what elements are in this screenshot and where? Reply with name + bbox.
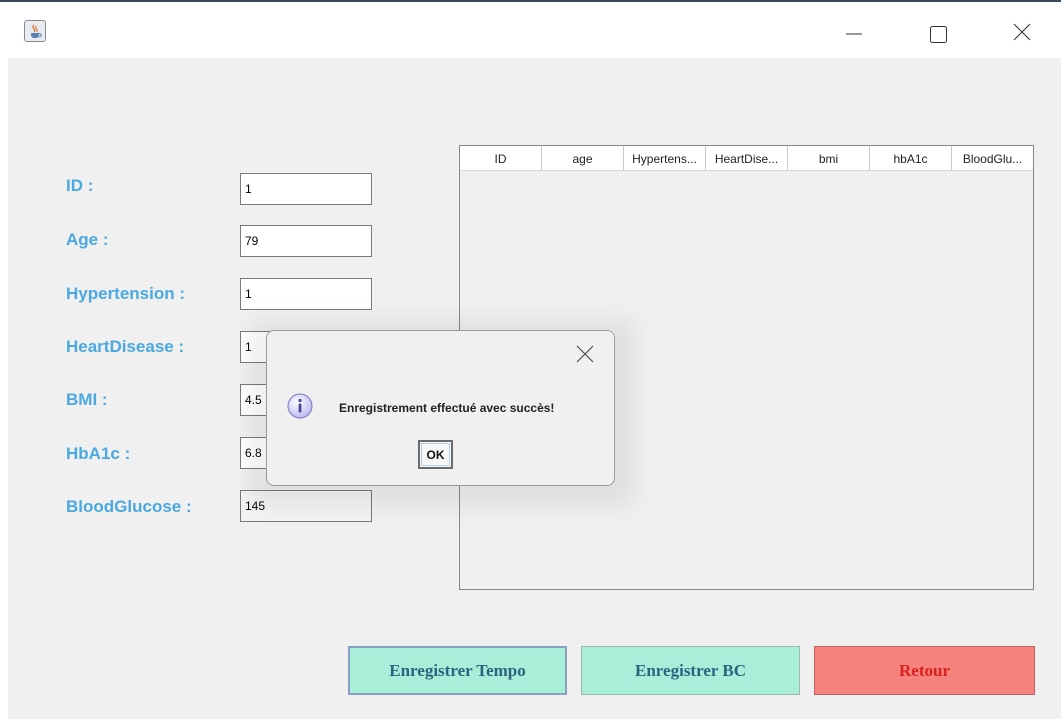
dialog-message: Enregistrement effectué avec succès!	[339, 401, 555, 415]
bloodglucose-label: BloodGlucose :	[66, 497, 192, 516]
column-header-heartdisease[interactable]: HeartDise...	[706, 146, 788, 170]
hypertension-label: Hypertension :	[66, 284, 186, 303]
message-dialog: Enregistrement effectué avec succès! OK	[266, 330, 615, 486]
close-icon[interactable]	[1002, 14, 1042, 50]
maximize-icon[interactable]	[918, 14, 958, 50]
save-tempo-button[interactable]: Enregistrer Tempo	[348, 646, 567, 695]
column-header-age[interactable]: age	[542, 146, 624, 170]
age-label: Age :	[66, 230, 109, 249]
column-header-bmi[interactable]: bmi	[788, 146, 870, 170]
save-bc-button[interactable]: Enregistrer BC	[581, 646, 800, 695]
id-field[interactable]: 1	[240, 173, 372, 205]
ok-button[interactable]: OK	[418, 440, 453, 469]
heartdisease-label: HeartDisease :	[66, 337, 185, 356]
window-titlebar[interactable]	[0, 2, 1061, 58]
window-left-edge	[0, 58, 8, 719]
bmi-label: BMI :	[66, 390, 108, 409]
java-coffee-icon[interactable]	[24, 20, 46, 42]
dialog-close-icon[interactable]	[573, 343, 597, 365]
info-icon	[287, 393, 313, 419]
minimize-icon[interactable]	[834, 14, 874, 50]
column-header-hypertension[interactable]: Hypertens...	[624, 146, 706, 170]
column-header-id[interactable]: ID	[460, 146, 542, 170]
id-label: ID :	[66, 176, 94, 195]
age-field[interactable]: 79	[240, 225, 372, 257]
hypertension-field[interactable]: 1	[240, 278, 372, 310]
table-header: ID age Hypertens... HeartDise... bmi hbA…	[460, 146, 1033, 171]
dialog-titlebar[interactable]	[267, 331, 614, 375]
column-header-bloodglucose[interactable]: BloodGlu...	[952, 146, 1033, 170]
back-button[interactable]: Retour	[814, 646, 1035, 695]
column-header-hba1c[interactable]: hbA1c	[870, 146, 952, 170]
hba1c-label: HbA1c :	[66, 444, 131, 463]
